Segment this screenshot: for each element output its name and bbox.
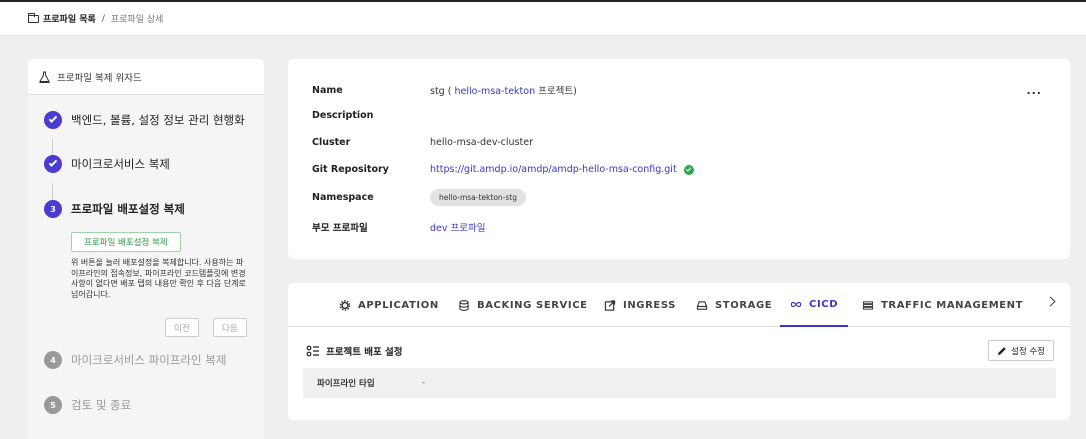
step-done-check-icon: [44, 111, 62, 129]
wizard-step-label: 검토 및 종료: [71, 398, 132, 412]
pipeline-type-label: 파이프라인 타입: [317, 379, 375, 389]
name-suffix: 프로젝트): [538, 86, 577, 97]
infinity-icon: [790, 301, 802, 307]
breadcrumb-bar: 프로파일 목록 / 프로파일 상세: [0, 0, 1086, 36]
wizard-step-1: 백엔드, 볼륨, 설정 정보 관리 현행화: [44, 111, 245, 129]
description-label: Description: [312, 110, 374, 121]
wizard-step-label: 프로파일 배포설정 복제: [71, 202, 185, 216]
tab-backing-service[interactable]: BACKING SERVICE: [458, 283, 588, 327]
folder-icon: [28, 12, 39, 23]
profile-info-card: ... Name stg ( hello-msa-tekton 프로젝트) De…: [288, 59, 1070, 259]
breadcrumb-profile-list[interactable]: 프로파일 목록: [43, 12, 96, 25]
wizard-step-2: 마이크로서비스 복제: [44, 155, 170, 173]
tab-label: CICD: [809, 298, 839, 310]
project-link[interactable]: hello-msa-tekton: [454, 86, 535, 97]
wizard-step-label: 마이크로서비스 파이프라인 복제: [71, 353, 227, 367]
profile-copy-wizard: 프로파일 복제 위자드 백엔드, 볼륨, 설정 정보 관리 현행화 마이크로서비…: [28, 59, 264, 439]
pipeline-type-value: -: [422, 378, 426, 388]
tab-label: STORAGE: [715, 299, 773, 311]
name-label: Name: [312, 84, 343, 96]
wizard-step-label: 마이크로서비스 복제: [71, 157, 170, 171]
wizard-step-label: 백엔드, 볼륨, 설정 정보 관리 현행화: [71, 113, 245, 127]
section-title-text: 프로젝트 배포 설정: [326, 347, 403, 358]
section-title: 프로젝트 배포 설정: [306, 344, 403, 358]
name-text: stg (: [430, 86, 452, 97]
tab-application[interactable]: APPLICATION: [339, 283, 439, 327]
wizard-step-5: 5 검토 및 종료: [44, 396, 131, 414]
wizard-header: 프로파일 복제 위자드: [28, 59, 264, 95]
tab-label: INGRESS: [623, 299, 676, 311]
check-circle-icon: [683, 164, 694, 175]
pipeline-type-row: 파이프라인 타입 -: [303, 368, 1056, 398]
wizard-step-3: 3 프로파일 배포설정 복제: [44, 200, 185, 218]
git-repo-link[interactable]: https://git.amdp.io/amdp/amdp-hello-msa-…: [430, 164, 677, 175]
tab-ingress[interactable]: INGRESS: [604, 283, 676, 327]
tab-bar: APPLICATION BACKING SERVICE INGRESS STOR…: [288, 283, 1070, 327]
tab-storage[interactable]: STORAGE: [696, 283, 772, 327]
profile-tabs-card: APPLICATION BACKING SERVICE INGRESS STOR…: [288, 283, 1070, 420]
edit-button-label: 설정 수정: [1011, 346, 1045, 357]
next-button[interactable]: 다음: [213, 318, 247, 337]
tab-label: TRAFFIC MANAGEMENT: [881, 299, 1024, 311]
parent-profile-link[interactable]: dev 프로파일: [430, 220, 485, 234]
list-settings-icon: [306, 345, 319, 357]
tab-traffic-management[interactable]: TRAFFIC MANAGEMENT: [862, 283, 1023, 327]
drive-icon: [696, 300, 708, 310]
cluster-value: hello-msa-dev-cluster: [430, 137, 533, 148]
breadcrumb-current: 프로파일 상세: [110, 15, 164, 25]
wizard-step-4: 4 마이크로서비스 파이프라인 복제: [44, 351, 226, 369]
edit-settings-button[interactable]: 설정 수정: [988, 340, 1054, 361]
namespace-badge: hello-msa-tekton-stg: [430, 189, 526, 206]
info-row-parent: 부모 프로파일 dev 프로파일: [312, 220, 485, 234]
cluster-label: Cluster: [312, 137, 351, 148]
chevron-right-icon[interactable]: [1045, 296, 1056, 307]
copy-deploy-settings-button[interactable]: 프로파일 배포설정 복제: [71, 232, 181, 252]
traffic-icon: [862, 300, 874, 310]
info-row-namespace: Namespace hello-msa-tekton-stg: [312, 189, 526, 206]
step-done-check-icon: [44, 155, 62, 173]
git-value: https://git.amdp.io/amdp/amdp-hello-msa-…: [430, 164, 694, 175]
step-number-badge: 3: [44, 200, 62, 218]
more-options-button[interactable]: ...: [1026, 84, 1042, 97]
external-link-icon: [604, 299, 616, 311]
database-icon: [459, 299, 469, 311]
info-row-git: Git Repository https://git.amdp.io/amdp/…: [312, 164, 694, 175]
wizard-title: 프로파일 복제 위자드: [57, 72, 142, 84]
name-value: stg ( hello-msa-tekton 프로젝트): [430, 83, 577, 97]
breadcrumb-separator: /: [101, 13, 105, 24]
namespace-label: Namespace: [312, 192, 374, 203]
info-row-cluster: Cluster hello-msa-dev-cluster: [312, 137, 533, 148]
info-row-description: Description: [312, 110, 430, 121]
tab-label: BACKING SERVICE: [477, 299, 588, 311]
git-label: Git Repository: [312, 164, 389, 175]
prev-button[interactable]: 이전: [165, 318, 199, 337]
pencil-icon: [998, 346, 1006, 355]
gear-icon: [339, 299, 351, 311]
parent-profile-label: 부모 프로파일: [312, 223, 368, 234]
wizard-help-text: 위 버튼을 눌러 배포설정을 복제합니다. 사용하는 파이프라인의 접속정보, …: [71, 258, 246, 299]
info-row-name: Name stg ( hello-msa-tekton 프로젝트): [312, 83, 577, 98]
tab-label: APPLICATION: [358, 299, 439, 311]
step-number-badge: 4: [44, 351, 62, 369]
flask-icon: [39, 71, 50, 83]
step-number-badge: 5: [44, 396, 62, 414]
tab-cicd[interactable]: CICD: [780, 283, 849, 327]
